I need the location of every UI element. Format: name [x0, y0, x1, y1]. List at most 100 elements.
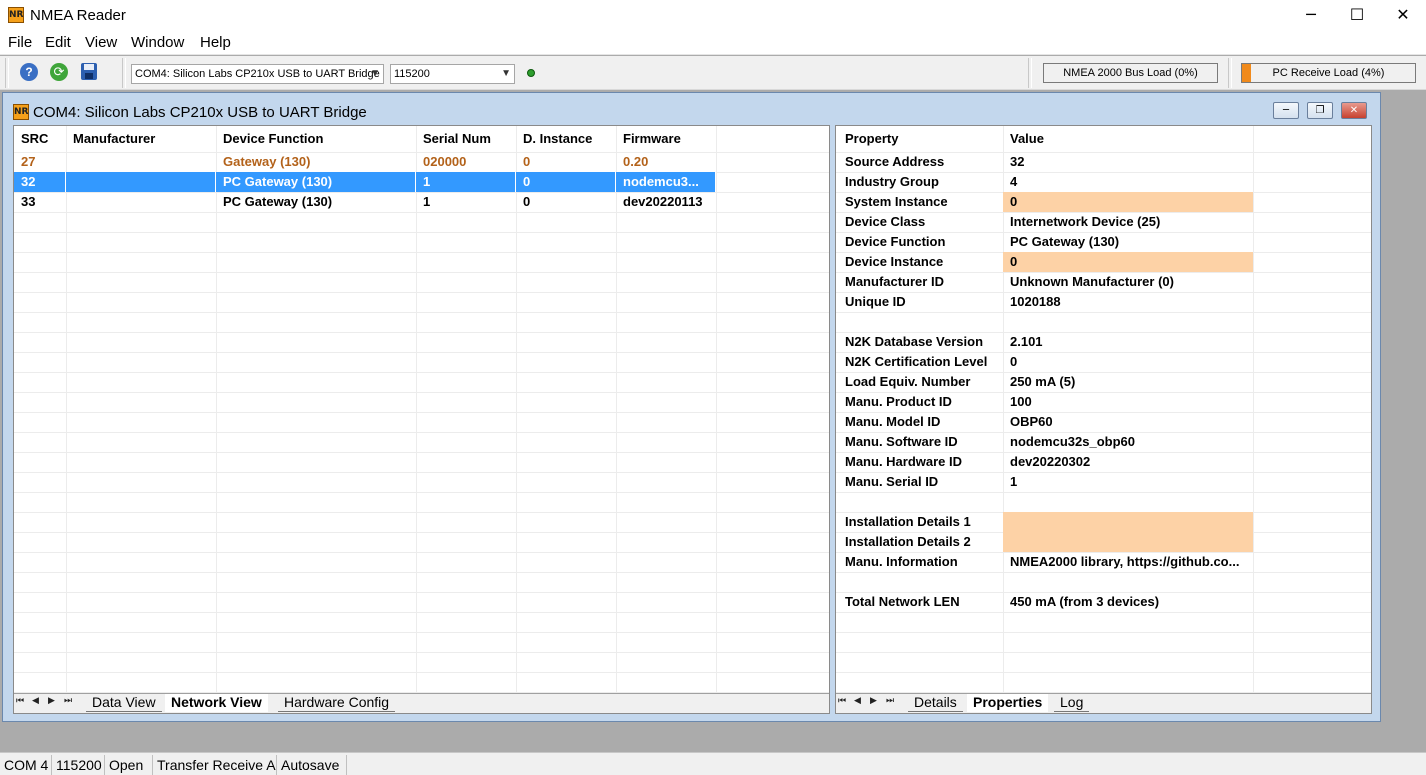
toolbar: ? ⟳ COM4: Silicon Labs CP210x USB to UAR… [0, 56, 1426, 90]
property-value-installation-details-2[interactable] [1003, 532, 1253, 552]
tab-last-icon[interactable]: ⏭ [64, 696, 72, 706]
cell-manufacturer[interactable] [66, 172, 216, 192]
column-header-property[interactable]: Property [838, 126, 1003, 152]
cell-src[interactable]: 32 [14, 172, 66, 192]
column-header-src[interactable]: SRC [14, 126, 66, 152]
grid-row-divider [14, 272, 829, 273]
child-restore-button[interactable]: ❐ [1307, 102, 1333, 119]
property-value-manu-software-id: nodemcu32s_obp60 [1010, 434, 1135, 449]
close-button[interactable]: ✕ [1380, 0, 1426, 31]
cell-manufacturer[interactable] [66, 152, 216, 172]
property-name-manu-model-id: Manu. Model ID [845, 414, 941, 429]
column-header-serial-num[interactable]: Serial Num [416, 126, 516, 152]
properties-panel: Property Value Source Address 32 Industry … [835, 125, 1372, 714]
tab-next-icon[interactable]: ▶ [48, 696, 55, 706]
property-name-manu-product-id: Manu. Product ID [845, 394, 952, 409]
grid-row-divider [14, 212, 829, 213]
tab-properties[interactable]: Properties [967, 694, 1049, 712]
property-value-total-network-len: 450 mA (from 3 devices) [1010, 594, 1160, 609]
save-icon[interactable] [81, 63, 97, 80]
grid-row-divider [14, 532, 829, 533]
grid-row-divider [14, 512, 829, 513]
column-header-firmware[interactable]: Firmware [616, 126, 716, 152]
menu-file[interactable]: File [8, 34, 32, 51]
property-value-device-class: Internetwork Device (25) [1010, 214, 1161, 229]
tab-network-view[interactable]: Network View [165, 694, 268, 712]
property-name-manu-information: Manu. Information [845, 554, 958, 569]
cell-src[interactable]: 27 [14, 152, 66, 172]
child-close-button[interactable]: ✕ [1341, 102, 1367, 119]
tab-first-icon[interactable]: ⏮ [838, 696, 846, 706]
property-value-blank [1003, 492, 1253, 512]
grid-row-divider [836, 672, 1371, 673]
status-open: Open [105, 755, 153, 775]
grid-row-divider [14, 252, 829, 253]
tab-details[interactable]: Details [908, 694, 963, 712]
property-name-installation-details-2: Installation Details 2 [845, 534, 971, 549]
tab-hardware-config[interactable]: Hardware Config [278, 694, 396, 712]
tab-log[interactable]: Log [1054, 694, 1090, 712]
toolbar-separator [122, 58, 126, 88]
menu-edit[interactable]: Edit [45, 34, 71, 51]
grid-row-divider [836, 652, 1371, 653]
property-value-manu-hardware-id: dev20220302 [1010, 454, 1091, 469]
app-title: NMEA Reader [30, 7, 126, 24]
property-value-blank [1003, 312, 1253, 332]
child-minimize-button[interactable]: ─ [1273, 102, 1299, 119]
property-name-blank [838, 312, 1003, 332]
property-value-system-instance[interactable]: 0 [1003, 192, 1253, 212]
tab-data-view[interactable]: Data View [86, 694, 162, 712]
column-header-value[interactable]: Value [1003, 126, 1253, 152]
tab-next-icon[interactable]: ▶ [870, 696, 877, 706]
menu-help[interactable]: Help [200, 34, 231, 51]
maximize-button[interactable]: ☐ [1334, 0, 1380, 31]
menu-window[interactable]: Window [131, 34, 184, 51]
baud-select[interactable]: 115200 ▼ [390, 64, 515, 84]
property-value-n2k-certification-level: 0 [1010, 354, 1018, 369]
tab-prev-icon[interactable]: ◀ [32, 696, 39, 706]
grid-row-divider [14, 292, 829, 293]
grid-row-divider [14, 472, 829, 473]
property-name-installation-details-1: Installation Details 1 [845, 514, 971, 529]
cell-d-instance[interactable]: 0 [516, 152, 616, 172]
port-select[interactable]: COM4: Silicon Labs CP210x USB to UART Br… [131, 64, 384, 84]
column-header-d-instance[interactable]: D. Instance [516, 126, 616, 152]
status-baud: 115200 [52, 755, 105, 775]
cell-device-function[interactable]: PC Gateway (130) [216, 192, 416, 212]
grid-row-divider [14, 572, 829, 573]
cell-firmware[interactable]: nodemcu3... [616, 172, 716, 192]
tab-first-icon[interactable]: ⏮ [16, 696, 24, 706]
cell-serial-num[interactable]: 020000 [416, 152, 516, 172]
cell-d-instance[interactable]: 0 [516, 172, 616, 192]
tab-prev-icon[interactable]: ◀ [854, 696, 861, 706]
cell-manufacturer[interactable] [66, 192, 216, 212]
status-bar: COM 4 115200 Open Transfer Receive A Aut… [0, 752, 1426, 775]
child-window-title: COM4: Silicon Labs CP210x USB to UART Br… [33, 104, 367, 121]
column-header-manufacturer[interactable]: Manufacturer [66, 126, 216, 152]
grid-row-divider [14, 392, 829, 393]
property-value-installation-details-1[interactable] [1003, 512, 1253, 532]
column-header-device-function[interactable]: Device Function [216, 126, 416, 152]
chevron-down-icon: ▼ [370, 68, 380, 79]
network-panel: SRC Manufacturer Device Function Serial … [13, 125, 830, 714]
cell-serial-num[interactable]: 1 [416, 192, 516, 212]
menu-view[interactable]: View [85, 34, 117, 51]
refresh-icon[interactable]: ⟳ [50, 63, 68, 81]
help-icon[interactable]: ? [20, 63, 38, 81]
properties-tab-bar: ⏮ ◀ ▶ ⏭ Details Properties Log [836, 693, 1371, 713]
cell-device-function[interactable]: PC Gateway (130) [216, 172, 416, 192]
status-autosave: Autosave [277, 755, 347, 775]
cell-device-function[interactable]: Gateway (130) [216, 152, 416, 172]
cell-d-instance[interactable]: 0 [516, 192, 616, 212]
tab-last-icon[interactable]: ⏭ [886, 696, 894, 706]
status-port: COM 4 [0, 755, 52, 775]
property-value-device-instance[interactable]: 0 [1003, 252, 1253, 272]
cell-firmware[interactable]: dev20220113 [616, 192, 716, 212]
cell-serial-num[interactable]: 1 [416, 172, 516, 192]
cell-firmware[interactable]: 0.20 [616, 152, 716, 172]
grid-row-divider [14, 312, 829, 313]
cell-src[interactable]: 33 [14, 192, 66, 212]
minimize-button[interactable]: ─ [1288, 0, 1334, 31]
chevron-down-icon: ▼ [501, 68, 511, 79]
grid-row-divider [14, 612, 829, 613]
